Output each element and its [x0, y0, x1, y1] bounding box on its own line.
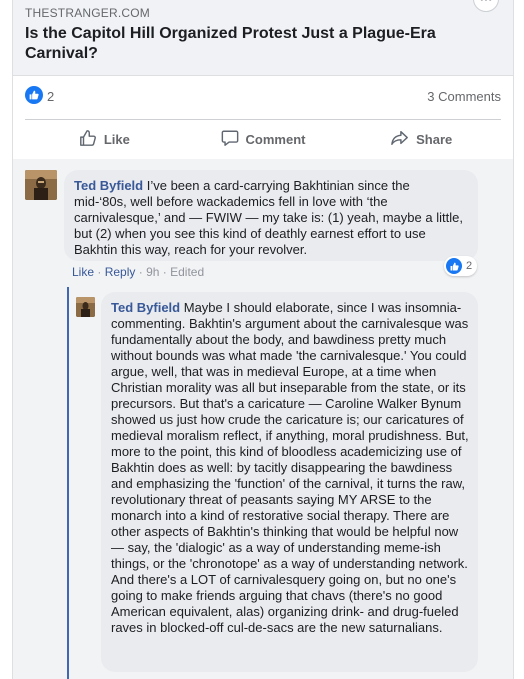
like-count[interactable]: 2	[47, 89, 54, 104]
like-reaction-icon[interactable]	[25, 86, 43, 104]
link-headline[interactable]: Is the Capitol Hill Organized Protest Ju…	[25, 24, 465, 64]
like-button[interactable]: Like	[25, 120, 184, 158]
comments-section: Ted Byfield I’ve been a card-carrying Ba…	[13, 159, 513, 679]
comment-reactions[interactable]: 2	[444, 256, 478, 276]
share-button[interactable]: Share	[342, 120, 501, 158]
engagement-stats: 2 3 Comments	[13, 75, 513, 119]
like-label: Like	[103, 131, 130, 147]
reaction-count: 2	[466, 260, 473, 272]
comment-like-link[interactable]: Like	[72, 265, 94, 279]
link-domain: THESTRANGER.COM	[25, 6, 151, 20]
comment-meta: Like · Reply · 9h · Edited	[72, 265, 205, 279]
comment-timestamp[interactable]: 9h	[146, 265, 159, 279]
comment-label: Comment	[245, 131, 306, 147]
comment-reply-link[interactable]: Reply	[105, 265, 136, 279]
link-preview[interactable]: THESTRANGER.COM Is the Capitol Hill Orga…	[13, 0, 513, 76]
more-options-icon[interactable]: •••	[473, 0, 499, 12]
comment-bubble: Ted Byfield I’ve been a card-carrying Ba…	[64, 170, 478, 261]
reply-bubble: Ted Byfield Maybe I should elaborate, si…	[101, 292, 478, 672]
comment-author[interactable]: Ted Byfield	[74, 178, 143, 193]
reply-body: Maybe I should elaborate, since I was in…	[111, 300, 469, 635]
thumbs-up-icon	[79, 129, 97, 150]
comment-button[interactable]: Comment	[184, 120, 343, 158]
reply-avatar[interactable]	[76, 297, 95, 317]
like-reaction-icon	[446, 258, 462, 274]
post-card: THESTRANGER.COM Is the Capitol Hill Orga…	[12, 0, 514, 679]
reply-text: Ted Byfield Maybe I should elaborate, si…	[111, 300, 470, 636]
comment-text: Ted Byfield I’ve been a card-carrying Ba…	[74, 178, 466, 258]
reply-thread-line	[67, 287, 69, 679]
comments-count[interactable]: 3 Comments	[427, 89, 501, 104]
comment-edited-label[interactable]: Edited	[170, 265, 204, 279]
comment-icon	[221, 129, 239, 150]
avatar[interactable]	[25, 170, 57, 200]
share-label: Share	[416, 131, 453, 147]
reply-author[interactable]: Ted Byfield	[111, 300, 180, 315]
share-icon	[391, 129, 409, 150]
action-bar: Like Comment Share	[25, 120, 501, 158]
